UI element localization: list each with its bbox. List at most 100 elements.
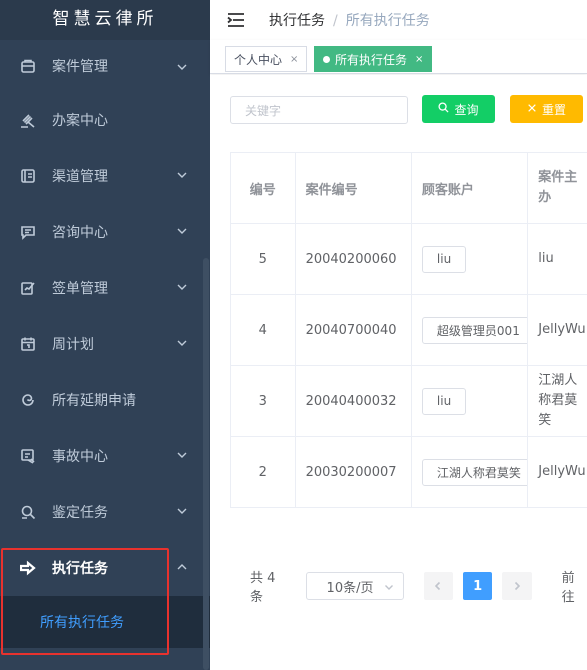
sidebar-item-label: 签单管理	[52, 281, 108, 297]
account-tag[interactable]: liu	[421, 387, 467, 415]
cell-account: 江湖人称君莫笑	[412, 437, 529, 507]
sidebar-item-label: 鉴定任务	[52, 505, 108, 521]
sidebar-item-appraisal-tasks[interactable]: 鉴定任务	[0, 484, 210, 540]
query-button-label: 查询	[454, 102, 479, 117]
main-content: 关键字 查询 重置 编号 案件编号 顾客账户 案件主办 5 2004020006…	[210, 75, 587, 670]
sidebar-item-channel-management[interactable]: 渠道管理	[0, 148, 210, 204]
chevron-down-icon	[176, 169, 188, 181]
sidebar-item-consult-center[interactable]: 咨询中心	[0, 204, 210, 260]
reset-button[interactable]: 重置	[510, 95, 583, 123]
tag-all-execution-tasks[interactable]: 所有执行任务 ×	[314, 46, 433, 72]
brand-title: 智慧云律所	[52, 9, 158, 29]
chevron-down-icon	[384, 581, 394, 591]
cell-id: 4	[231, 295, 296, 365]
next-page-button[interactable]	[502, 572, 532, 600]
accident-icon	[20, 448, 36, 464]
cell-host: JellyWu	[528, 437, 587, 507]
page-size-select[interactable]: 10条/页	[305, 572, 404, 600]
sidebar-item-extension-requests[interactable]: 所有延期申请	[0, 372, 210, 428]
gavel-icon	[20, 112, 36, 128]
calendar-icon	[20, 336, 36, 352]
sidebar-item-case-management[interactable]: 案件管理	[0, 40, 210, 92]
table-row[interactable]: 4 20040700040 超级管理员001 JellyWu	[231, 295, 587, 366]
channel-icon	[20, 168, 36, 184]
breadcrumb-separator: /	[333, 13, 338, 29]
close-icon[interactable]: ×	[415, 54, 423, 65]
cell-id: 2	[231, 437, 296, 507]
sidebar-item-label: 事故中心	[52, 449, 108, 465]
table-header-row: 编号 案件编号 顾客账户 案件主办	[231, 153, 587, 224]
briefcase-icon	[20, 58, 36, 74]
chevron-down-icon	[176, 225, 188, 237]
search-icon	[438, 102, 450, 116]
tag-personal-center[interactable]: 个人中心 ×	[225, 46, 308, 72]
chevron-left-icon	[435, 581, 441, 591]
pagination: 共 4 条 10条/页 1 前往	[250, 571, 587, 605]
sidebar-item-label: 周计划	[52, 337, 94, 353]
sidebar-item-label: 咨询中心	[52, 225, 108, 241]
chevron-down-icon	[176, 505, 188, 517]
chevron-right-icon	[514, 581, 521, 591]
tag-label: 所有执行任务	[335, 52, 408, 67]
column-header-case-no: 案件编号	[296, 153, 412, 223]
prev-page-button[interactable]	[423, 572, 454, 600]
tag-label: 个人中心	[234, 52, 283, 67]
sidebar-subitem-all-execution-tasks[interactable]: 所有执行任务	[0, 596, 210, 648]
chevron-up-icon	[176, 561, 188, 573]
account-tag[interactable]: 江湖人称君莫笑	[421, 458, 528, 486]
breadcrumb-parent[interactable]: 执行任务	[269, 13, 325, 29]
sidebar-scrollbar[interactable]	[203, 258, 209, 670]
cell-case-no: 20040700040	[296, 295, 412, 365]
query-button[interactable]: 查询	[422, 95, 495, 123]
sidebar: 智慧云律所 案件管理 办案中心 渠道管理 咨询中心 签单管理 周计划 所有延期申…	[0, 0, 210, 670]
sidebar-item-accident-center[interactable]: 事故中心	[0, 428, 210, 484]
account-tag[interactable]: liu	[421, 245, 467, 273]
brand: 智慧云律所	[0, 0, 210, 40]
cell-case-no: 20040200060	[296, 224, 412, 294]
cell-host: liu	[528, 224, 587, 294]
chevron-down-icon	[176, 449, 188, 461]
cell-case-no: 20040400032	[296, 366, 412, 436]
pagination-total: 共 4 条	[250, 571, 276, 605]
sidebar-item-label: 执行任务	[52, 561, 108, 577]
navbar: 执行任务 / 所有执行任务	[210, 0, 587, 40]
table-row[interactable]: 5 20040200060 liu liu	[231, 224, 587, 295]
cell-id: 5	[231, 224, 296, 294]
sidebar-item-office-center[interactable]: 办案中心	[0, 92, 210, 148]
cell-host: 江湖人称君莫笑	[528, 366, 587, 436]
keyword-search-input[interactable]: 关键字	[230, 96, 408, 124]
chevron-down-icon	[176, 61, 188, 73]
cell-account: 超级管理员001	[412, 295, 529, 365]
reset-button-label: 重置	[541, 102, 566, 117]
cell-account: liu	[412, 366, 529, 436]
page-number-current[interactable]: 1	[463, 572, 493, 600]
sidebar-item-weekly-plan[interactable]: 周计划	[0, 316, 210, 372]
hamburger-icon[interactable]	[227, 12, 247, 28]
tags-view: 个人中心 × 所有执行任务 ×	[210, 40, 587, 74]
table-row[interactable]: 3 20040400032 liu 江湖人称君莫笑	[231, 366, 587, 437]
sidebar-item-label: 案件管理	[52, 59, 108, 75]
sidebar-item-label: 渠道管理	[52, 169, 108, 185]
account-tag[interactable]: 超级管理员001	[421, 316, 528, 344]
close-icon	[527, 102, 537, 116]
sidebar-subitem-label: 所有执行任务	[40, 615, 124, 631]
app-root: 智慧云律所 案件管理 办案中心 渠道管理 咨询中心 签单管理 周计划 所有延期申…	[0, 0, 587, 670]
column-header-id: 编号	[231, 153, 296, 223]
breadcrumb: 执行任务 / 所有执行任务	[269, 10, 430, 30]
active-dot-icon	[323, 55, 330, 63]
search-placeholder: 关键字	[245, 103, 282, 118]
cell-case-no: 20030200007	[296, 437, 412, 507]
sidebar-item-label: 办案中心	[52, 113, 108, 129]
sidebar-item-sign-management[interactable]: 签单管理	[0, 260, 210, 316]
sidebar-item-execution-tasks[interactable]: 执行任务	[0, 540, 210, 596]
cell-host: JellyWu	[528, 295, 587, 365]
breadcrumb-current: 所有执行任务	[345, 13, 430, 29]
chevron-down-icon	[176, 281, 188, 293]
execution-task-table: 编号 案件编号 顾客账户 案件主办 5 20040200060 liu liu …	[230, 152, 587, 508]
message-icon	[20, 224, 36, 240]
table-row[interactable]: 2 20030200007 江湖人称君莫笑 JellyWu	[231, 437, 587, 508]
chevron-down-icon	[176, 337, 188, 349]
column-header-account: 顾客账户	[412, 153, 529, 223]
close-icon[interactable]: ×	[290, 54, 298, 65]
cell-id: 3	[231, 366, 296, 436]
